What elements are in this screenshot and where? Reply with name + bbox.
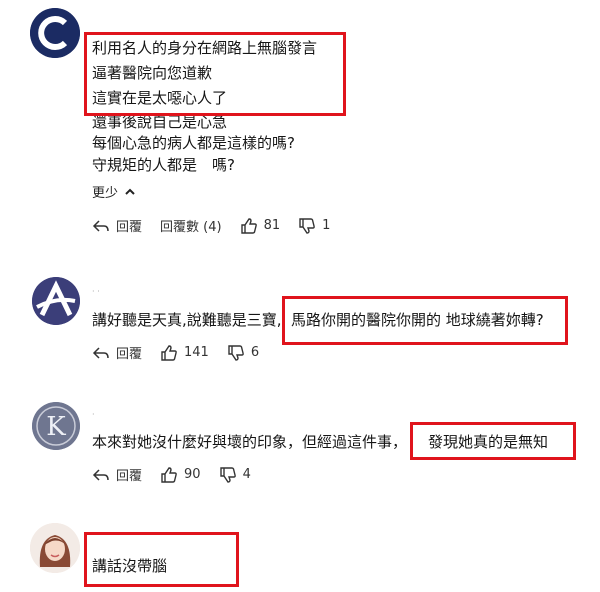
thumbs-up-icon [161, 466, 177, 483]
like-button[interactable]: 141 [160, 344, 209, 362]
avatar-portrait [30, 523, 80, 573]
reply-button[interactable]: 回覆 [92, 216, 142, 235]
like-button[interactable]: 90 [160, 466, 201, 484]
comment-actions: 回覆 90 4 [92, 465, 269, 484]
svg-text:K: K [46, 412, 66, 442]
thumbs-down-icon [228, 344, 244, 361]
thumbs-up-icon [240, 217, 257, 234]
username-faint: · · [92, 287, 100, 296]
reply-label: 回覆 [116, 347, 143, 362]
reply-icon [92, 219, 109, 232]
show-less-label: 更少 [92, 186, 119, 201]
avatar[interactable]: K [32, 402, 80, 450]
like-count: 141 [184, 345, 209, 360]
reply-icon [92, 468, 109, 481]
comment-line: 守規矩的人都是 嗎? [92, 156, 235, 174]
avatar-k-logo: K [32, 402, 80, 450]
highlight-box [84, 32, 346, 116]
reply-label: 回覆 [116, 469, 143, 484]
avatar-a-logo [32, 277, 80, 325]
thumbs-down-icon [299, 217, 315, 234]
comment-line: 每個心急的病人都是這樣的嗎? [92, 134, 295, 152]
avatar-c-logo [30, 8, 80, 58]
dislike-count: 1 [322, 218, 331, 233]
reply-button[interactable]: 回覆 [92, 343, 142, 362]
comment-text: 講好聽是天真,說難聽是三寶, [92, 311, 282, 329]
reply-button[interactable]: 回覆 [92, 465, 142, 484]
dislike-button[interactable]: 4 [219, 466, 251, 484]
highlight-box [410, 422, 576, 460]
reply-icon [92, 346, 109, 359]
avatar[interactable] [30, 523, 80, 573]
comment-actions: 回覆 回覆數 (4) 81 1 [92, 216, 348, 235]
chevron-up-icon [125, 188, 135, 195]
dislike-button[interactable]: 6 [227, 344, 259, 362]
like-count: 90 [184, 467, 201, 482]
dislike-count: 6 [250, 345, 260, 360]
comment-actions: 回覆 141 6 [92, 343, 277, 362]
dislike-count: 4 [242, 467, 251, 482]
highlight-box [84, 532, 239, 587]
username-faint: · [92, 410, 95, 419]
like-count: 81 [263, 218, 281, 233]
replies-count-label: 回覆數 (4) [160, 220, 222, 235]
thumbs-up-icon [161, 344, 177, 361]
replies-count-button[interactable]: 回覆數 (4) [160, 216, 222, 235]
comment-text: 本來對她沒什麼好與壞的印象，但經過這件事， [92, 433, 408, 451]
dislike-button[interactable]: 1 [298, 217, 330, 235]
avatar[interactable] [30, 8, 80, 58]
avatar[interactable] [32, 277, 80, 325]
like-button[interactable]: 81 [240, 217, 281, 235]
show-less-button[interactable]: 更少 [92, 182, 136, 201]
highlight-box [282, 296, 568, 345]
reply-label: 回覆 [116, 220, 143, 235]
thumbs-down-icon [219, 466, 236, 483]
